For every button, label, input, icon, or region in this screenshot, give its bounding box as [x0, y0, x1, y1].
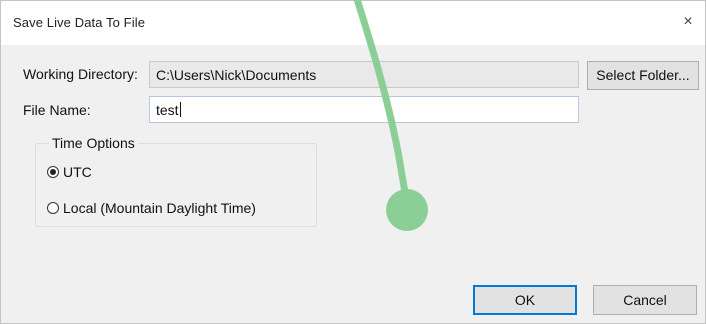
window-title: Save Live Data To File — [13, 15, 146, 30]
time-options-title: Time Options — [49, 135, 138, 151]
page: Save Live Data To File × Working Directo… — [0, 0, 706, 324]
title-bar: Save Live Data To File × — [1, 1, 705, 45]
radio-option-local[interactable]: Local (Mountain Daylight Time) — [47, 200, 256, 216]
radio-selected-icon[interactable] — [47, 166, 59, 178]
working-directory-label: Working Directory: — [23, 66, 138, 82]
ok-button[interactable]: OK — [473, 285, 577, 315]
working-directory-field[interactable]: C:\Users\Nick\Documents — [149, 61, 579, 88]
dialog-window: Save Live Data To File × Working Directo… — [0, 0, 706, 324]
radio-option-utc[interactable]: UTC — [47, 164, 92, 180]
text-cursor — [179, 102, 181, 117]
close-icon[interactable]: × — [677, 11, 699, 33]
radio-label-local: Local (Mountain Daylight Time) — [63, 200, 256, 216]
cancel-button[interactable]: Cancel — [593, 285, 697, 315]
file-name-value: test — [156, 102, 179, 118]
file-name-input[interactable]: test — [149, 96, 579, 123]
select-folder-button[interactable]: Select Folder... — [587, 61, 699, 90]
radio-unselected-icon[interactable] — [47, 202, 59, 214]
file-name-label: File Name: — [23, 102, 91, 118]
radio-label-utc: UTC — [63, 164, 92, 180]
